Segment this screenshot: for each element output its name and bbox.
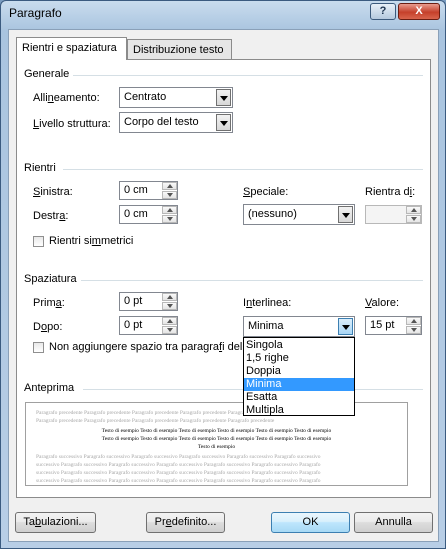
rientra-di-label: Rientra di: bbox=[365, 186, 416, 198]
tabulazioni-button[interactable]: Tabulazioni... bbox=[15, 512, 96, 533]
no-space-checkbox[interactable] bbox=[33, 342, 44, 353]
rientri-simmetrici-checkbox[interactable] bbox=[33, 236, 44, 247]
predefinito-button[interactable]: Predefinito... bbox=[146, 512, 225, 533]
interlinea-label: Interlinea: bbox=[243, 297, 292, 309]
speciale-select[interactable]: (nessuno) bbox=[243, 204, 355, 225]
spin-down-icon[interactable] bbox=[162, 326, 177, 334]
allineamento-select[interactable]: Centrato bbox=[119, 87, 233, 108]
interlinea-option-selected[interactable]: Minima bbox=[244, 378, 354, 391]
annulla-button[interactable]: Annulla bbox=[354, 512, 433, 533]
livello-struttura-label: Livello struttura: bbox=[33, 118, 111, 130]
prima-spinner[interactable]: 0 pt bbox=[119, 292, 178, 311]
close-button[interactable]: X bbox=[398, 3, 440, 20]
valore-spinner[interactable]: 15 pt bbox=[365, 316, 422, 335]
section-divider bbox=[63, 169, 423, 170]
spin-down-icon[interactable] bbox=[406, 326, 421, 334]
chevron-down-icon[interactable] bbox=[216, 89, 231, 106]
tab-rientri-spaziatura[interactable]: Rientri e spaziatura bbox=[16, 37, 127, 60]
ok-button[interactable]: OK bbox=[271, 512, 350, 533]
destra-label: Destra: bbox=[33, 210, 69, 222]
spin-up-icon[interactable] bbox=[162, 206, 177, 214]
rientra-di-spinner[interactable] bbox=[365, 205, 422, 224]
help-button[interactable]: ? bbox=[370, 3, 396, 20]
title-bar[interactable]: Paragrafo ? X bbox=[1, 1, 445, 25]
interlinea-option[interactable]: Singola bbox=[244, 339, 354, 352]
chevron-down-icon[interactable] bbox=[338, 206, 353, 223]
section-rientri-title: Rientri bbox=[24, 162, 56, 174]
section-spaziatura-title: Spaziatura bbox=[24, 273, 77, 285]
spin-up-icon[interactable] bbox=[162, 182, 177, 190]
allineamento-label: Allineamento: bbox=[33, 92, 100, 104]
dopo-label: Dopo: bbox=[33, 321, 63, 333]
dialog-title: Paragrafo bbox=[9, 6, 62, 20]
destra-spinner[interactable]: 0 cm bbox=[119, 205, 178, 224]
spin-down-icon[interactable] bbox=[162, 302, 177, 310]
section-divider bbox=[81, 280, 423, 281]
spin-up-icon[interactable] bbox=[406, 206, 421, 214]
section-generale-title: Generale bbox=[24, 68, 70, 80]
section-divider bbox=[73, 75, 423, 76]
livello-struttura-select[interactable]: Corpo del testo bbox=[119, 112, 233, 133]
sinistra-spinner[interactable]: 0 cm bbox=[119, 181, 178, 200]
speciale-label: Speciale: bbox=[243, 186, 289, 198]
interlinea-dropdown-list: Singola 1,5 righe Doppia Minima Esatta M… bbox=[243, 337, 355, 416]
interlinea-option[interactable]: Multipla bbox=[244, 404, 354, 417]
tab-distribuzione-testo[interactable]: Distribuzione testo bbox=[127, 39, 232, 59]
section-anteprima-title: Anteprima bbox=[24, 382, 75, 394]
chevron-down-icon[interactable] bbox=[338, 318, 353, 335]
preview-next-para: Paragrafo successivo Paragrafo successiv… bbox=[36, 454, 321, 484]
spin-up-icon[interactable] bbox=[406, 317, 421, 325]
chevron-down-icon[interactable] bbox=[216, 114, 231, 131]
spin-up-icon[interactable] bbox=[162, 317, 177, 325]
rientri-simmetrici-label: Rientri simmetrici bbox=[49, 235, 134, 247]
spin-down-icon[interactable] bbox=[162, 215, 177, 223]
valore-label: Valore: bbox=[365, 297, 400, 309]
interlinea-option[interactable]: Doppia bbox=[244, 365, 354, 378]
preview-sample-para: Testo di esempio Testo di esempio Testo … bbox=[101, 428, 332, 450]
dopo-spinner[interactable]: 0 pt bbox=[119, 316, 178, 335]
prima-label: Prima: bbox=[33, 297, 65, 309]
paragraph-dialog: Paragrafo ? X Rientri e spaziatura Distr… bbox=[0, 0, 446, 549]
interlinea-option[interactable]: Esatta bbox=[244, 391, 354, 404]
interlinea-select[interactable]: Minima bbox=[243, 316, 355, 337]
spin-down-icon[interactable] bbox=[406, 215, 421, 223]
spin-up-icon[interactable] bbox=[162, 293, 177, 301]
interlinea-option[interactable]: 1,5 righe bbox=[244, 352, 354, 365]
no-space-label: Non aggiungere spazio tra paragrafi dell bbox=[49, 341, 245, 353]
spin-down-icon[interactable] bbox=[162, 191, 177, 199]
sinistra-label: Sinistra: bbox=[33, 186, 73, 198]
